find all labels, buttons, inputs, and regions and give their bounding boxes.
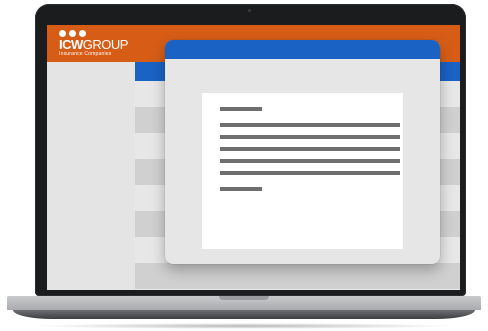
- sidebar-panel: [47, 62, 135, 290]
- dialog-window: [165, 40, 440, 264]
- document-heading-placeholder: [220, 107, 262, 111]
- logo-wordmark: ICWGROUP: [59, 38, 128, 51]
- list-item: [135, 263, 460, 289]
- webcam-icon: [248, 9, 251, 12]
- laptop-illustration: ICWGROUP Insurance Companies: [0, 0, 488, 331]
- laptop-opening-notch: [219, 296, 269, 300]
- logo-dot-icon: [79, 30, 86, 37]
- document-text-line-placeholder: [220, 123, 400, 127]
- document-text-line-placeholder: [220, 171, 400, 175]
- document-footer-placeholder: [220, 187, 262, 191]
- document-text-line-placeholder: [220, 135, 400, 139]
- logo-dot-icon: [59, 30, 66, 37]
- logo-wordmark-light: GROUP: [82, 37, 129, 52]
- brand-logo[interactable]: ICWGROUP Insurance Companies: [59, 30, 128, 57]
- logo-dots: [59, 30, 128, 37]
- laptop-base: [7, 296, 481, 323]
- dialog-title-bar[interactable]: [165, 40, 440, 59]
- logo-dot-icon: [69, 30, 76, 37]
- document-text-line-placeholder: [220, 147, 400, 151]
- document-preview: [202, 93, 403, 249]
- laptop-shadow: [30, 323, 458, 329]
- document-text-line-placeholder: [220, 159, 400, 163]
- laptop-base-bottom: [13, 310, 475, 319]
- logo-wordmark-bold: ICW: [59, 37, 83, 52]
